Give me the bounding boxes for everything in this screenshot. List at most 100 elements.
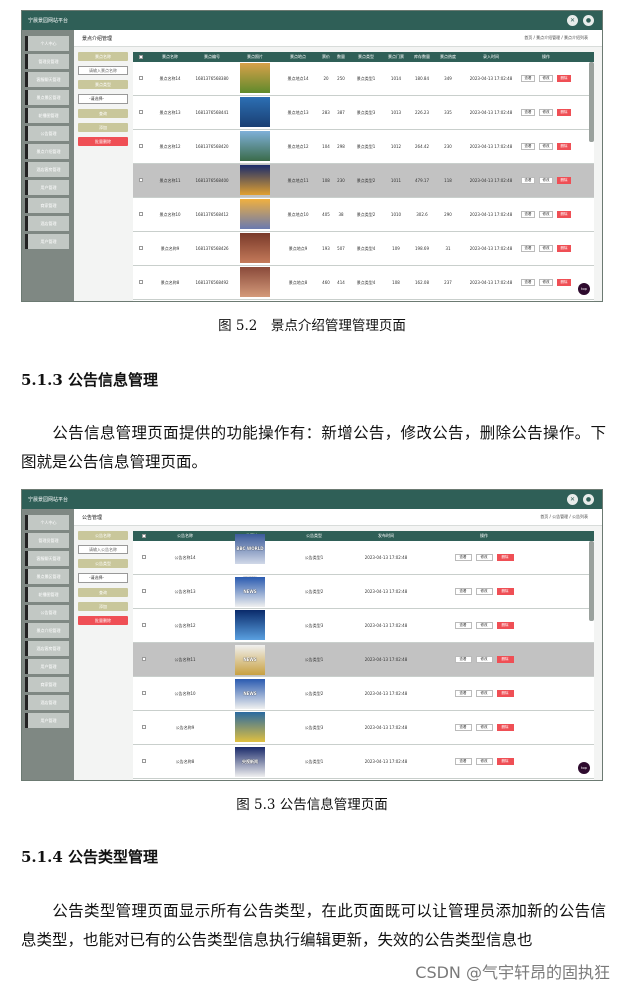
- edit-button[interactable]: 修改: [539, 143, 553, 150]
- row-checkbox-cell[interactable]: [133, 589, 155, 594]
- edit-button[interactable]: 修改: [475, 724, 493, 731]
- sidebar-item[interactable]: 酒店客房管理: [25, 162, 69, 177]
- edit-button[interactable]: 修改: [539, 75, 553, 82]
- sidebar-item[interactable]: 客服聊天管理: [25, 551, 69, 566]
- edit-button[interactable]: 修改: [475, 690, 493, 697]
- edit-button[interactable]: 修改: [475, 554, 493, 561]
- view-button[interactable]: 查看: [521, 143, 535, 150]
- row-checkbox-cell[interactable]: [133, 759, 155, 764]
- row-checkbox[interactable]: [139, 246, 143, 250]
- delete-button[interactable]: 删除: [496, 758, 514, 765]
- edit-button[interactable]: 修改: [539, 177, 553, 184]
- row-checkbox-cell[interactable]: [133, 280, 149, 285]
- table-row[interactable]: 景点名称13 1681376568441 景点地点13 283 387 景点类型3 1013…: [133, 96, 594, 130]
- delete-button[interactable]: 删除: [496, 588, 514, 595]
- row-checkbox-cell[interactable]: [133, 212, 149, 217]
- delete-button[interactable]: 删除: [557, 109, 571, 116]
- edit-button[interactable]: 修改: [475, 622, 493, 629]
- delete-button[interactable]: 删除: [557, 279, 571, 286]
- sidebar-item[interactable]: 酒店管理: [25, 216, 69, 231]
- select-all-checkbox[interactable]: [142, 533, 146, 538]
- back-to-top-button[interactable]: top: [578, 283, 590, 295]
- sidebar-item[interactable]: 公告管理: [25, 126, 69, 141]
- delete-button[interactable]: 删除: [557, 75, 571, 82]
- edit-button[interactable]: 修改: [539, 279, 553, 286]
- row-checkbox-cell[interactable]: [133, 725, 155, 730]
- type-label-button[interactable]: 景点类型: [78, 80, 128, 89]
- delete-button[interactable]: 删除: [496, 622, 514, 629]
- view-button[interactable]: 查看: [454, 690, 472, 697]
- sidebar-item[interactable]: 景点景区管理: [25, 569, 69, 584]
- view-button[interactable]: 查看: [521, 109, 535, 116]
- view-button[interactable]: 查看: [454, 656, 472, 663]
- table-row[interactable]: 景点名称14 1681376568380 景点地点14 20 250 景点类型1 1014 1…: [133, 62, 594, 96]
- row-checkbox[interactable]: [142, 555, 146, 559]
- scrollbar[interactable]: [589, 541, 594, 621]
- table-row[interactable]: 景点名称11 1681376568400 景点地点11 108 230 景点类型2 1011…: [133, 164, 594, 198]
- user-icon[interactable]: ●: [583, 494, 594, 505]
- add-button[interactable]: 添加: [78, 602, 128, 611]
- scrollbar[interactable]: [589, 62, 594, 142]
- row-checkbox-cell[interactable]: [133, 144, 149, 149]
- delete-button[interactable]: 删除: [496, 554, 514, 561]
- sidebar-item[interactable]: 用户管理: [25, 180, 69, 195]
- view-button[interactable]: 查看: [521, 177, 535, 184]
- query-button[interactable]: 查询: [78, 109, 128, 118]
- row-checkbox[interactable]: [142, 623, 146, 627]
- row-checkbox[interactable]: [139, 76, 143, 80]
- sidebar-item[interactable]: 轮播图管理: [25, 108, 69, 123]
- type-label-button[interactable]: 公告类型: [78, 559, 128, 568]
- table-row[interactable]: 景点名称12 1681376568420 景点地点12 104 298 景点类型1 1012…: [133, 130, 594, 164]
- sidebar-item[interactable]: 公告管理: [25, 605, 69, 620]
- view-button[interactable]: 查看: [454, 622, 472, 629]
- row-checkbox-cell[interactable]: [133, 178, 149, 183]
- name-label-button[interactable]: 公告名称: [78, 531, 128, 540]
- batch-delete-button[interactable]: 批量删除: [78, 616, 128, 625]
- row-checkbox[interactable]: [142, 759, 146, 763]
- view-button[interactable]: 查看: [521, 245, 535, 252]
- row-checkbox-cell[interactable]: [133, 76, 149, 81]
- search-input[interactable]: 请输入景点名称: [78, 66, 128, 75]
- row-checkbox[interactable]: [139, 110, 143, 114]
- row-checkbox[interactable]: [142, 725, 146, 729]
- row-checkbox-cell[interactable]: [133, 110, 149, 115]
- table-row[interactable]: 公告名称9 公告类型3 2023-04-13 17:02:48 查看 修改 删除: [133, 711, 594, 745]
- delete-button[interactable]: 删除: [496, 724, 514, 731]
- delete-button[interactable]: 删除: [557, 177, 571, 184]
- row-checkbox[interactable]: [139, 280, 143, 284]
- sidebar-item[interactable]: 用户管理: [25, 234, 69, 249]
- edit-button[interactable]: 修改: [539, 211, 553, 218]
- row-checkbox-cell[interactable]: [133, 657, 155, 662]
- sidebar-item[interactable]: 轮播图管理: [25, 587, 69, 602]
- sidebar-item[interactable]: 管理员管理: [25, 54, 69, 69]
- table-row[interactable]: 景点名称8 1681376568492 景点地点8 460 414 景点类型4 108 162…: [133, 266, 594, 300]
- delete-button[interactable]: 删除: [496, 690, 514, 697]
- sidebar-item[interactable]: 酒店客房管理: [25, 641, 69, 656]
- user-icon[interactable]: ●: [583, 15, 594, 26]
- row-checkbox-cell[interactable]: [133, 623, 155, 628]
- view-button[interactable]: 查看: [454, 758, 472, 765]
- edit-button[interactable]: 修改: [539, 245, 553, 252]
- row-checkbox[interactable]: [142, 657, 146, 661]
- edit-button[interactable]: 修改: [475, 588, 493, 595]
- batch-delete-button[interactable]: 批量删除: [78, 137, 128, 146]
- table-row[interactable]: 公告名称11 NEWS 公告类型1 2023-04-13 17:02:48 查看 修改 删除: [133, 643, 594, 677]
- view-button[interactable]: 查看: [521, 75, 535, 82]
- header-checkbox-cell[interactable]: [133, 533, 155, 539]
- table-row[interactable]: 公告名称14 BBC WORLD NEWS 公告类型1 2023-04-13 17:0…: [133, 534, 594, 581]
- sidebar-item[interactable]: 个人中心: [25, 515, 69, 530]
- sidebar-item[interactable]: 景点景区管理: [25, 90, 69, 105]
- table-row[interactable]: 公告名称8 央视新闻 公告类型1 2023-04-13 17:02:48 查看 修改 删除: [133, 745, 594, 779]
- fullscreen-icon[interactable]: ✕: [567, 494, 578, 505]
- view-button[interactable]: 查看: [521, 211, 535, 218]
- row-checkbox[interactable]: [142, 691, 146, 695]
- fullscreen-icon[interactable]: ✕: [567, 15, 578, 26]
- row-checkbox-cell[interactable]: [133, 555, 155, 560]
- row-checkbox[interactable]: [139, 178, 143, 182]
- view-button[interactable]: 查看: [521, 279, 535, 286]
- back-to-top-button[interactable]: top: [578, 762, 590, 774]
- table-row[interactable]: 景点名称10 1681376568412 景点地点10 405 38 景点类型2 1010 3…: [133, 198, 594, 232]
- row-checkbox[interactable]: [139, 144, 143, 148]
- search-input[interactable]: 请输入公告名称: [78, 545, 128, 554]
- view-button[interactable]: 查看: [454, 724, 472, 731]
